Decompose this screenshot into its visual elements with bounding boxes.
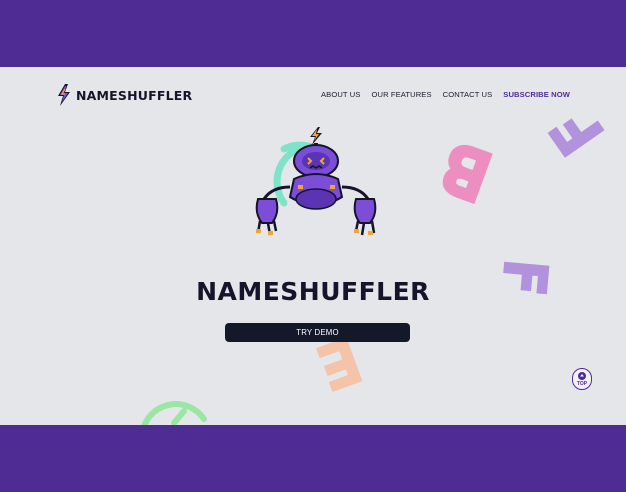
robot-mascot-icon — [255, 127, 377, 236]
back-to-top-button[interactable]: TOP — [572, 368, 592, 390]
nav-contact-us[interactable]: CONTACT US — [443, 90, 493, 99]
decorative-green-arc — [141, 401, 207, 425]
bottom-band — [0, 425, 626, 492]
svg-text:F: F — [540, 99, 612, 165]
top-band — [0, 0, 626, 67]
main-nav: ABOUT US OUR FEATURES CONTACT US SUBSCRI… — [321, 90, 570, 99]
decorative-letter-b: B — [430, 131, 504, 211]
nav-our-features[interactable]: OUR FEATURES — [371, 90, 431, 99]
decorative-letter-f-top: F — [540, 97, 612, 168]
try-demo-button[interactable]: TRY DEMO — [225, 323, 410, 342]
nav-subscribe-now[interactable]: SUBSCRIBE NOW — [503, 90, 570, 99]
back-to-top-label: TOP — [576, 380, 588, 387]
lightning-logo-icon — [58, 84, 70, 106]
landing-page: B F F E NAMESHUFFLER ABOUT US OUR FEATUR… — [0, 67, 626, 425]
arrow-up-icon — [578, 371, 586, 380]
svg-text:B: B — [433, 131, 500, 211]
nav-about-us[interactable]: ABOUT US — [321, 90, 360, 99]
brand-logo[interactable]: NAMESHUFFLER — [56, 83, 192, 107]
hero-title: NAMESHUFFLER — [196, 277, 430, 306]
brand-name: NAMESHUFFLER — [76, 87, 193, 103]
